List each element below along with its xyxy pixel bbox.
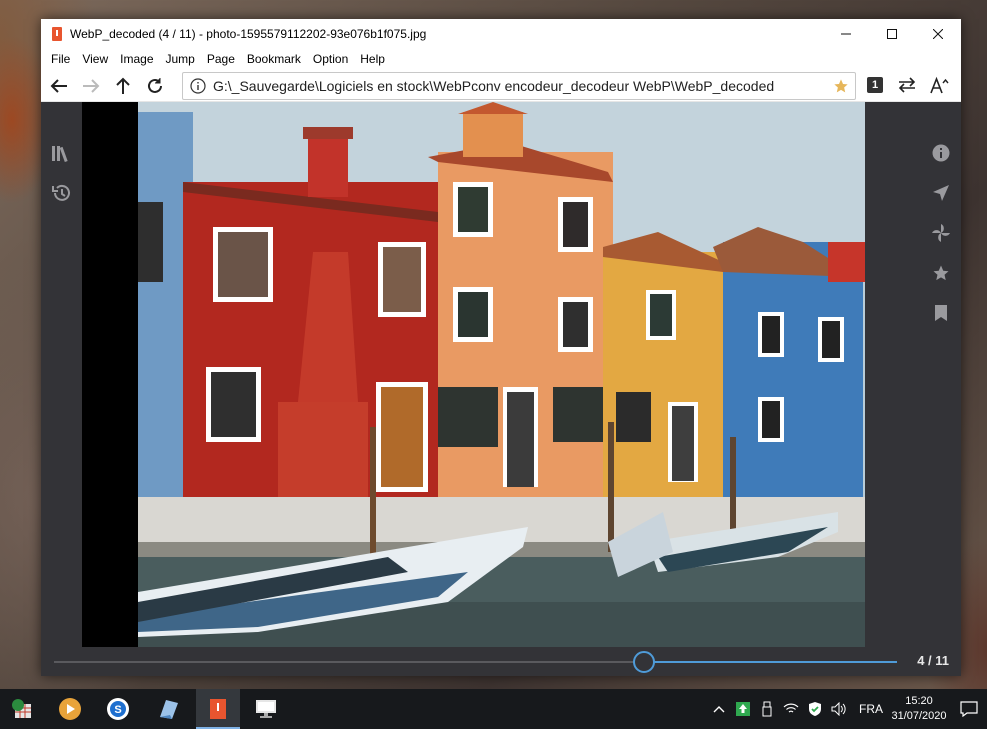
close-button[interactable] — [915, 19, 961, 48]
title-bar: WebP_decoded (4 / 11) - photo-1595579112… — [41, 19, 961, 48]
right-sidebar — [921, 102, 961, 647]
address-bar[interactable]: G:\_Sauvegarde\Logiciels en stock\WebPco… — [182, 72, 856, 100]
menu-bar: File View Image Jump Page Bookmark Optio… — [41, 48, 961, 70]
window-controls — [823, 19, 961, 48]
photo-image — [138, 102, 865, 647]
arrow-up-icon — [116, 77, 130, 94]
window-title: WebP_decoded (4 / 11) - photo-1595579112… — [70, 26, 427, 41]
info-icon[interactable] — [187, 78, 209, 94]
security-shield-icon[interactable] — [803, 689, 827, 729]
page-counter: 4 / 11 — [917, 653, 949, 668]
volume-icon[interactable] — [827, 689, 851, 729]
image-viewer-window: WebP_decoded (4 / 11) - photo-1595579112… — [41, 19, 961, 676]
star-icon[interactable] — [829, 78, 853, 94]
arrow-right-icon — [83, 78, 100, 93]
taskbar: S FRA 15:20 31/07/2020 — [0, 689, 987, 729]
app-icon — [52, 26, 62, 41]
page-slider-thumb[interactable] — [633, 651, 656, 673]
media-player-icon — [59, 698, 81, 720]
page-slider-bar: 4 / 11 — [41, 647, 961, 676]
menu-help[interactable]: Help — [354, 48, 391, 70]
upload-tray-icon[interactable] — [731, 689, 755, 729]
menu-view[interactable]: View — [76, 48, 114, 70]
bookmark-icon[interactable] — [931, 303, 951, 323]
taskbar-app-3[interactable]: S — [96, 689, 140, 729]
notification-center-button[interactable] — [951, 689, 987, 729]
taskbar-app-viewer[interactable] — [196, 689, 240, 729]
page-slider-fill — [644, 661, 897, 663]
minimize-button[interactable] — [823, 19, 869, 48]
menu-option[interactable]: Option — [307, 48, 354, 70]
star-icon[interactable] — [931, 263, 951, 283]
swap-direction-button[interactable] — [891, 70, 923, 100]
left-sidebar — [41, 102, 81, 647]
notes-app-icon — [160, 700, 178, 719]
clock-date: 31/07/2020 — [891, 710, 947, 722]
viewer-app-icon — [210, 699, 226, 719]
sync-app-icon: S — [107, 698, 129, 720]
swap-arrows-icon — [898, 77, 916, 93]
library-icon[interactable] — [51, 143, 71, 163]
taskbar-app-4[interactable] — [146, 689, 190, 729]
back-button[interactable] — [43, 71, 75, 101]
usb-drive-icon[interactable] — [755, 689, 779, 729]
taskbar-app-1[interactable] — [0, 689, 44, 729]
taskbar-app-2[interactable] — [48, 689, 92, 729]
clock-time: 15:20 — [905, 695, 933, 707]
menu-file[interactable]: File — [45, 48, 76, 70]
forward-button[interactable] — [75, 71, 107, 101]
wifi-icon[interactable] — [779, 689, 803, 729]
refresh-icon — [148, 77, 162, 93]
image-stage[interactable] — [82, 102, 865, 647]
pinwheel-icon[interactable] — [931, 223, 951, 243]
system-tray: FRA 15:20 31/07/2020 — [707, 689, 987, 729]
page-mode-button[interactable]: 1 — [859, 70, 891, 100]
notification-icon — [960, 701, 978, 717]
maximize-button[interactable] — [869, 19, 915, 48]
menu-image[interactable]: Image — [114, 48, 159, 70]
arrow-left-icon — [50, 78, 67, 93]
taskbar-app-6[interactable] — [244, 689, 288, 729]
svg-text:S: S — [114, 704, 121, 716]
toolbar-right: 1 — [859, 70, 955, 100]
spreadsheet-app-icon — [12, 699, 31, 718]
clock[interactable]: 15:20 31/07/2020 — [891, 694, 951, 724]
font-size-button[interactable] — [923, 70, 955, 100]
page-badge: 1 — [867, 77, 883, 93]
refresh-button[interactable] — [139, 71, 171, 101]
history-icon[interactable] — [51, 183, 71, 203]
menu-bookmark[interactable]: Bookmark — [241, 48, 307, 70]
menu-page[interactable]: Page — [201, 48, 241, 70]
font-size-icon — [930, 76, 949, 94]
menu-jump[interactable]: Jump — [160, 48, 201, 70]
input-language[interactable]: FRA — [851, 702, 891, 716]
info-icon[interactable] — [931, 143, 951, 163]
viewer-content — [41, 102, 961, 647]
chevron-up-icon[interactable] — [707, 689, 731, 729]
address-path: G:\_Sauvegarde\Logiciels en stock\WebPco… — [213, 78, 775, 94]
up-button[interactable] — [107, 71, 139, 101]
toolbar: G:\_Sauvegarde\Logiciels en stock\WebPco… — [41, 70, 961, 102]
navigation-arrow-icon[interactable] — [931, 183, 951, 203]
monitor-app-icon — [256, 700, 276, 718]
